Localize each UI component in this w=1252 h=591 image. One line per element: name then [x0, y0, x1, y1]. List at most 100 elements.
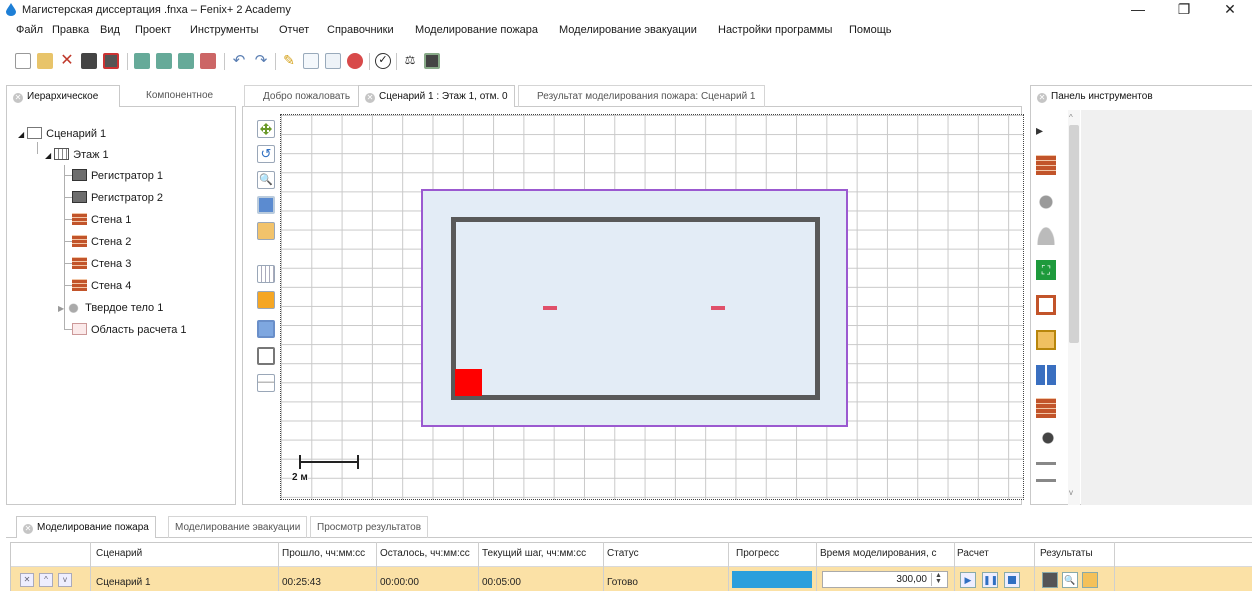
opening-tool-icon[interactable] — [1036, 330, 1056, 350]
tree-node-floor[interactable]: ◢ Этаж 1 — [45, 145, 109, 165]
ruler-icon[interactable] — [257, 374, 275, 392]
collapsed-arrow-icon[interactable]: ▶ — [58, 304, 64, 313]
tab-fire-modeling[interactable]: ✕ Моделирование пожара — [16, 516, 156, 538]
wall-camera-tool-icon[interactable] — [1036, 398, 1056, 418]
export-icon[interactable] — [134, 53, 150, 69]
tab-welcome[interactable]: Добро пожаловать — [244, 85, 362, 107]
select-pointer-icon[interactable]: ▸ — [1036, 120, 1056, 140]
tab-view-results[interactable]: Просмотр результатов — [310, 516, 429, 538]
check-icon[interactable]: ✓ — [375, 53, 391, 69]
tab-scenario-floor[interactable]: ✕ Сценарий 1 : Этаж 1, отм. 0 — [358, 85, 515, 107]
person-tool-icon[interactable] — [1036, 225, 1056, 245]
expand-arrow-icon[interactable]: ◢ — [18, 130, 24, 139]
tab-evacuation-modeling[interactable]: Моделирование эвакуации — [168, 516, 308, 538]
menu-references[interactable]: Справочники — [327, 24, 394, 36]
menu-project[interactable]: Проект — [135, 24, 171, 36]
restore-button[interactable]: ❐ — [1162, 0, 1206, 20]
wall-tool-icon[interactable] — [1036, 155, 1056, 175]
zoom-icon[interactable]: 🔍 — [257, 171, 275, 189]
paste-icon[interactable] — [325, 53, 341, 69]
import-icon[interactable] — [156, 53, 172, 69]
sim-time-input[interactable]: 300,00 ▲ ▼ — [822, 571, 948, 588]
menu-report[interactable]: Отчет — [279, 24, 309, 36]
run-button[interactable]: ▶ — [960, 572, 976, 588]
redo-icon[interactable]: ↷ — [253, 53, 269, 69]
results-folder-icon[interactable] — [1082, 572, 1098, 588]
tree-node-calc-area-1[interactable]: Область расчета 1 — [72, 320, 187, 340]
menu-edit[interactable]: Правка — [52, 24, 89, 36]
menu-settings[interactable]: Настройки программы — [718, 24, 832, 36]
stop-button[interactable] — [1004, 572, 1020, 588]
tree-node-scenario[interactable]: ◢ Сценарий 1 — [18, 124, 106, 144]
scroll-up-icon[interactable]: ^ — [1069, 113, 1073, 122]
solid-body-tool-icon[interactable] — [1036, 190, 1056, 210]
rotate-icon[interactable]: ↺ — [257, 145, 275, 163]
col-header-progress: Прогресс — [736, 548, 780, 559]
move-up-icon[interactable]: ^ — [39, 573, 53, 587]
tree-node-registrator-2[interactable]: Регистратор 2 — [72, 188, 163, 208]
results-preview-icon[interactable]: 🔍 — [1062, 572, 1078, 588]
grid-toggle-icon[interactable] — [257, 265, 275, 283]
window-tool-icon[interactable] — [1036, 365, 1056, 385]
stop-icon[interactable] — [347, 53, 363, 69]
calculator-icon[interactable] — [424, 53, 440, 69]
tools-panel-title: Панель инструментов — [1051, 91, 1153, 102]
tab-fire-result[interactable]: Результат моделирования пожара: Сценарий… — [518, 85, 765, 107]
print-icon[interactable] — [200, 53, 216, 69]
tree-node-registrator-1[interactable]: Регистратор 1 — [72, 166, 163, 186]
fire-source[interactable] — [455, 369, 482, 396]
exit-tool-icon[interactable]: ⛶ — [1036, 260, 1056, 280]
tree-node-wall-2[interactable]: Стена 2 — [72, 232, 131, 252]
room-walls[interactable] — [451, 217, 820, 400]
new-file-icon[interactable] — [15, 53, 31, 69]
menu-help[interactable]: Помощь — [849, 24, 892, 36]
results-view-icon[interactable] — [1042, 572, 1058, 588]
tree-node-wall-3[interactable]: Стена 3 — [72, 254, 131, 274]
minimize-button[interactable]: — — [1116, 0, 1160, 20]
registrator-2-marker[interactable] — [711, 306, 725, 310]
layer-view-icon[interactable] — [257, 320, 275, 338]
cell-status: Готово — [607, 577, 638, 588]
door-tool-icon[interactable] — [1036, 295, 1056, 315]
undo-icon[interactable]: ↶ — [231, 53, 247, 69]
close-tab-icon[interactable]: ✕ — [23, 524, 33, 534]
snapshot-icon[interactable] — [257, 347, 275, 365]
save-as-icon[interactable] — [103, 53, 119, 69]
registrator-tool-icon[interactable] — [1036, 430, 1056, 450]
copy-icon[interactable] — [303, 53, 319, 69]
tree-node-solid-1[interactable]: ▶ Твердое тело 1 — [58, 298, 163, 318]
close-button[interactable]: ✕ — [1208, 0, 1252, 20]
close-tab-icon[interactable]: ✕ — [365, 93, 375, 103]
menu-fire-modeling[interactable]: Моделирование пожара — [415, 24, 538, 36]
menu-tools[interactable]: Инструменты — [190, 24, 259, 36]
sim-time-spinner-icon[interactable]: ▲ ▼ — [931, 572, 945, 586]
snap-icon[interactable] — [257, 291, 275, 309]
close-tab-icon[interactable]: ✕ — [13, 93, 23, 103]
expand-arrow-icon[interactable]: ◢ — [45, 151, 51, 160]
close-tab-icon[interactable]: ✕ — [1037, 93, 1047, 103]
save-icon[interactable] — [81, 53, 97, 69]
delete-icon[interactable]: ✕ — [59, 53, 75, 69]
plan-canvas[interactable]: 2 м — [280, 114, 1024, 500]
delete-row-icon[interactable]: ✕ — [20, 573, 34, 587]
tab-hierarchical[interactable]: ✕ Иерархическое — [6, 85, 120, 107]
tree-node-wall-4[interactable]: Стена 4 — [72, 276, 131, 296]
tab-component[interactable]: Компонентное — [140, 85, 219, 107]
tree-node-wall-1[interactable]: Стена 1 — [72, 210, 131, 230]
pause-button[interactable]: ❚❚ — [982, 572, 998, 588]
registrator-1-marker[interactable] — [543, 306, 557, 310]
menu-file[interactable]: Файл — [16, 24, 43, 36]
menu-view[interactable]: Вид — [100, 24, 120, 36]
stairs-tool-icon[interactable] — [1036, 462, 1056, 482]
scroll-down-icon[interactable]: v — [1069, 488, 1073, 497]
3d-view-icon[interactable] — [257, 222, 275, 240]
open-folder-icon[interactable] — [37, 53, 53, 69]
scales-icon[interactable]: ⚖ — [402, 53, 418, 69]
pencil-icon[interactable]: ✎ — [281, 53, 297, 69]
move-down-icon[interactable]: v — [58, 573, 72, 587]
copy-scenario-icon[interactable] — [178, 53, 194, 69]
add-object-icon[interactable] — [257, 120, 275, 138]
menu-evacuation-modeling[interactable]: Моделирование эвакуации — [559, 24, 697, 36]
tools-scrollbar-thumb[interactable] — [1069, 125, 1079, 343]
fit-view-icon[interactable] — [257, 196, 275, 214]
